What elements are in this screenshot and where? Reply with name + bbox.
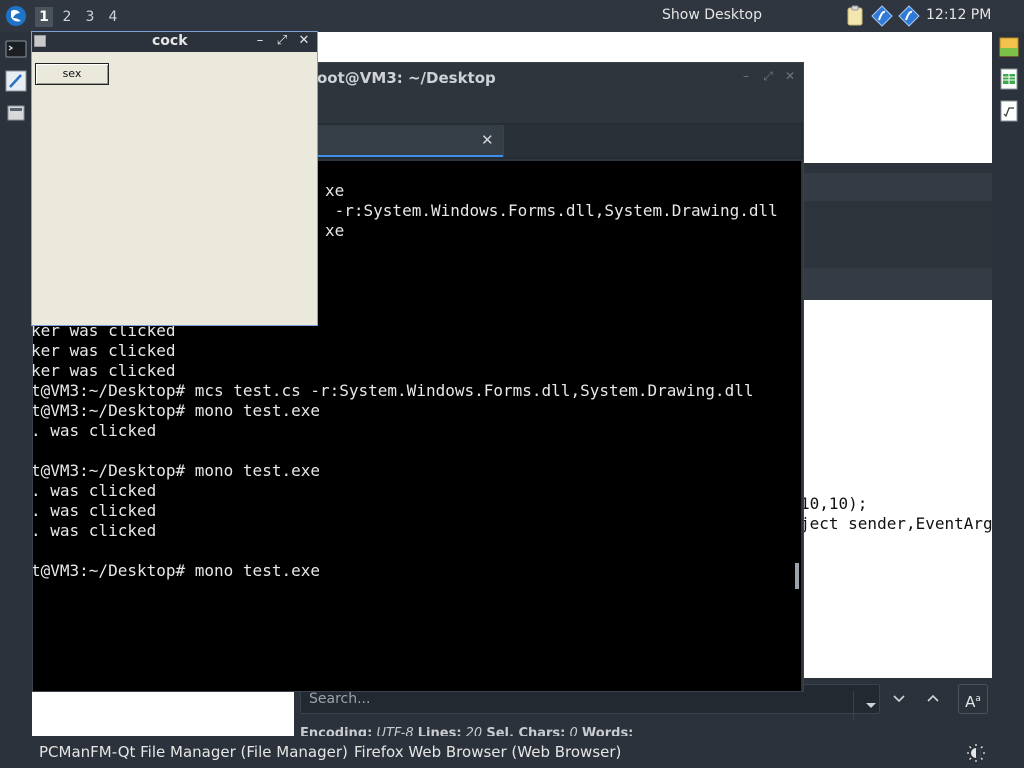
- background-window-bottom: [32, 694, 293, 736]
- taskbar-item-firefox[interactable]: Firefox Web Browser (Web Browser): [354, 743, 621, 761]
- left-dock: [0, 32, 32, 736]
- qt-designer-icon[interactable]: [998, 36, 1020, 58]
- top-panel: 1 2 3 4 Show Desktop 12:12 PM: [0, 0, 1024, 32]
- minimize-icon[interactable]: –: [739, 69, 753, 83]
- editor-text-area[interactable]: 10,10); ject sender,EventArg: [804, 300, 992, 678]
- form-window[interactable]: cock – ⤢ ✕ sex: [31, 31, 318, 326]
- clock[interactable]: 12:12 PM: [926, 7, 991, 23]
- terminal-line: t@VM3:~/Desktop# mono test.exe: [33, 461, 320, 480]
- terminal-scrollbar[interactable]: [795, 563, 799, 589]
- terminal-tab-empty-area: [503, 125, 801, 157]
- terminal-line: t@VM3:~/Desktop# mcs test.cs -r:System.W…: [33, 381, 754, 400]
- code-line: 10,10);: [804, 494, 868, 513]
- editor-top-area: [804, 32, 992, 163]
- form-title: cock: [152, 33, 188, 49]
- form-app-icon[interactable]: [5, 102, 27, 124]
- terminal-line: t@VM3:~/Desktop# mono test.exe: [33, 401, 320, 420]
- terminal-line: xe: [325, 221, 345, 240]
- terminal-title: oot@VM3: ~/Desktop: [317, 69, 496, 87]
- terminal-icon[interactable]: [5, 38, 27, 60]
- taskbar-item-file-manager[interactable]: PCManFM-Qt File Manager (File Manager): [39, 743, 348, 761]
- brightness-icon[interactable]: [966, 743, 986, 763]
- terminal-line: -r:System.Windows.Forms.dll,System.Drawi…: [325, 201, 778, 220]
- code-line: ject sender,EventArg: [804, 514, 992, 533]
- form-titlebar[interactable]: cock – ⤢ ✕: [32, 32, 317, 52]
- terminal-line: . was clicked: [33, 521, 157, 540]
- sex-button[interactable]: sex: [35, 63, 109, 85]
- terminal-line: ker was clicked: [33, 361, 176, 380]
- form-window-icon: [34, 35, 46, 47]
- network-icon[interactable]: [871, 5, 893, 27]
- terminal-line: ker was clicked: [33, 341, 176, 360]
- show-desktop-button[interactable]: Show Desktop: [662, 7, 762, 23]
- search-placeholder: Search...: [309, 691, 371, 707]
- taskbar: PCManFM-Qt File Manager (File Manager) F…: [0, 736, 1024, 768]
- sel-chars-value: 0: [569, 726, 578, 736]
- editor-tab-strip: [804, 268, 992, 300]
- find-next-button[interactable]: [886, 686, 912, 712]
- workspace-1-button[interactable]: 1: [35, 7, 53, 27]
- terminal-line: xe: [325, 181, 345, 200]
- minimize-icon[interactable]: –: [252, 33, 268, 49]
- search-history-dropdown[interactable]: [853, 691, 887, 721]
- clipboard-icon[interactable]: [844, 5, 866, 27]
- text-editor-icon[interactable]: [5, 70, 27, 92]
- encoding-label: Encoding:: [300, 726, 373, 736]
- match-case-button[interactable]: Aa: [958, 684, 988, 714]
- encoding-value: UTF-8: [376, 726, 414, 736]
- workspace-3-button[interactable]: 3: [81, 7, 99, 27]
- find-previous-button[interactable]: [920, 686, 946, 712]
- terminal-line: t@VM3:~/Desktop# mono test.exe: [33, 561, 320, 580]
- terminal-line: . was clicked: [33, 501, 157, 520]
- match-case-label: A: [965, 693, 976, 711]
- close-icon[interactable]: ✕: [296, 33, 312, 49]
- spreadsheet-icon[interactable]: [998, 68, 1020, 90]
- close-icon[interactable]: ✕: [783, 69, 797, 83]
- right-dock: [992, 32, 1024, 736]
- terminal-line: . was clicked: [33, 481, 157, 500]
- tab-close-icon[interactable]: ✕: [481, 131, 494, 149]
- maximize-icon[interactable]: ⤢: [761, 69, 775, 83]
- sel-chars-label: Sel. Chars:: [486, 726, 566, 736]
- words-label: Words:: [581, 726, 634, 736]
- workspace-4-button[interactable]: 4: [104, 7, 122, 27]
- lines-label: Lines:: [417, 726, 462, 736]
- terminal-line: . was clicked: [33, 421, 157, 440]
- editor-toolbar-area: [804, 163, 992, 300]
- lines-value: 20: [465, 726, 483, 736]
- update-notifier-icon[interactable]: [898, 5, 920, 27]
- status-bar: Encoding: UTF-8 Lines: 20 Sel. Chars: 0 …: [300, 726, 633, 736]
- app-menu-launcher-icon[interactable]: [4, 4, 28, 28]
- editor-menu-strip: [804, 173, 992, 201]
- workspace-2-button[interactable]: 2: [58, 7, 76, 27]
- form-client-area: sex: [32, 52, 317, 325]
- formula-icon[interactable]: [998, 100, 1020, 122]
- restore-icon[interactable]: ⤢: [274, 33, 290, 49]
